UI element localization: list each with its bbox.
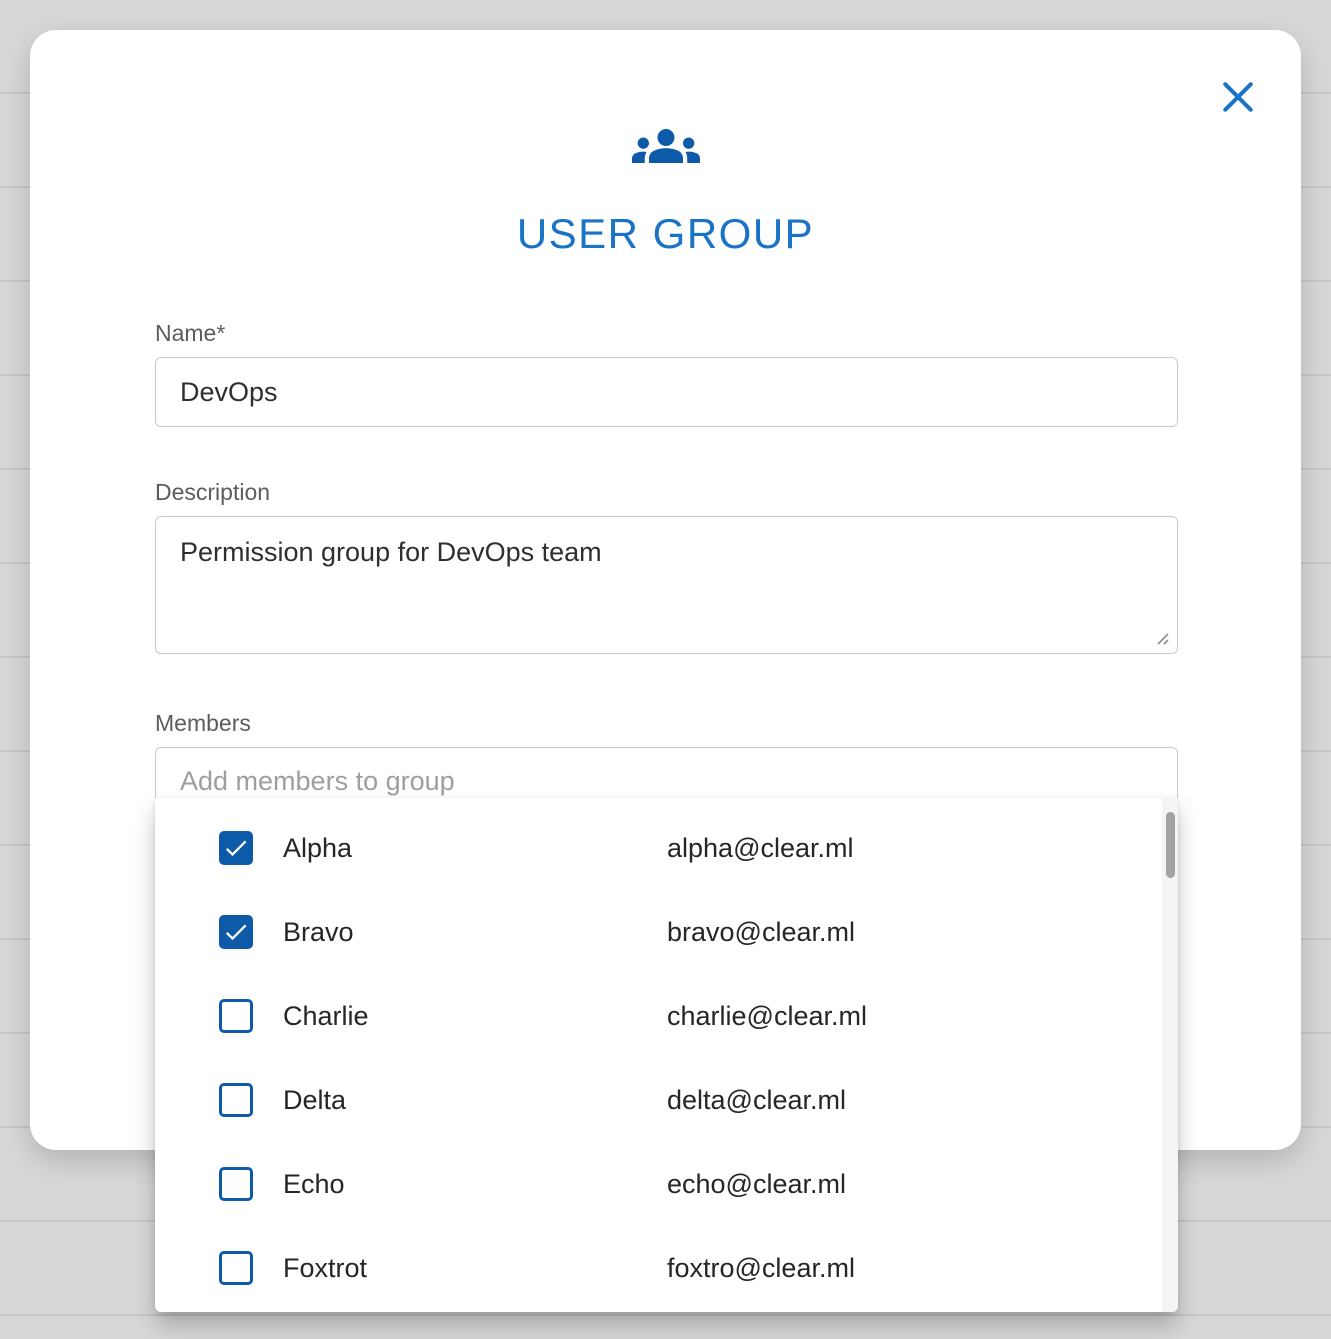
member-checkbox[interactable] bbox=[219, 1083, 253, 1117]
dialog-title: USER GROUP bbox=[30, 210, 1301, 258]
member-checkbox[interactable] bbox=[219, 999, 253, 1033]
member-name: Alpha bbox=[283, 833, 667, 864]
page-backdrop: { "colors": { "title_blue": "#1a73c6", "… bbox=[0, 0, 1331, 1339]
member-name: Bravo bbox=[283, 917, 667, 948]
member-row[interactable]: Bravo bravo@clear.ml bbox=[155, 890, 1178, 974]
user-group-icon bbox=[632, 114, 700, 178]
member-name: Foxtrot bbox=[283, 1253, 667, 1284]
member-checkbox[interactable] bbox=[219, 831, 253, 865]
member-email: delta@clear.ml bbox=[667, 1085, 846, 1116]
member-email: bravo@clear.ml bbox=[667, 917, 855, 948]
name-input[interactable] bbox=[155, 357, 1178, 427]
resize-handle-icon[interactable] bbox=[1152, 628, 1170, 646]
member-email: alpha@clear.ml bbox=[667, 833, 854, 864]
name-label: Name* bbox=[155, 320, 1178, 347]
description-textarea[interactable]: Permission group for DevOps team bbox=[155, 516, 1178, 654]
member-name: Charlie bbox=[283, 1001, 667, 1032]
members-dropdown-list: Alpha alpha@clear.ml Bravo bravo@clear.m… bbox=[155, 806, 1178, 1310]
close-button[interactable] bbox=[1219, 78, 1257, 116]
member-row[interactable]: Foxtrot foxtro@clear.ml bbox=[155, 1226, 1178, 1310]
form-area: Name* Description Permission group for D… bbox=[155, 320, 1178, 815]
dropdown-scrollbar[interactable] bbox=[1162, 798, 1178, 1312]
member-name: Delta bbox=[283, 1085, 667, 1116]
member-email: echo@clear.ml bbox=[667, 1169, 846, 1200]
member-checkbox[interactable] bbox=[219, 1251, 253, 1285]
dropdown-scrollbar-thumb[interactable] bbox=[1166, 812, 1175, 878]
member-name: Echo bbox=[283, 1169, 667, 1200]
checkmark-icon bbox=[222, 918, 250, 946]
members-label: Members bbox=[155, 710, 1178, 737]
member-row[interactable]: Delta delta@clear.ml bbox=[155, 1058, 1178, 1142]
member-checkbox[interactable] bbox=[219, 1167, 253, 1201]
member-row[interactable]: Alpha alpha@clear.ml bbox=[155, 806, 1178, 890]
description-label: Description bbox=[155, 479, 1178, 506]
member-row[interactable]: Echo echo@clear.ml bbox=[155, 1142, 1178, 1226]
user-group-dialog: USER GROUP Name* Description Permission … bbox=[30, 30, 1301, 1150]
member-row[interactable]: Charlie charlie@clear.ml bbox=[155, 974, 1178, 1058]
members-dropdown: Alpha alpha@clear.ml Bravo bravo@clear.m… bbox=[155, 798, 1178, 1312]
member-email: charlie@clear.ml bbox=[667, 1001, 867, 1032]
close-icon bbox=[1219, 78, 1257, 116]
checkmark-icon bbox=[222, 834, 250, 862]
member-email: foxtro@clear.ml bbox=[667, 1253, 855, 1284]
member-checkbox[interactable] bbox=[219, 915, 253, 949]
